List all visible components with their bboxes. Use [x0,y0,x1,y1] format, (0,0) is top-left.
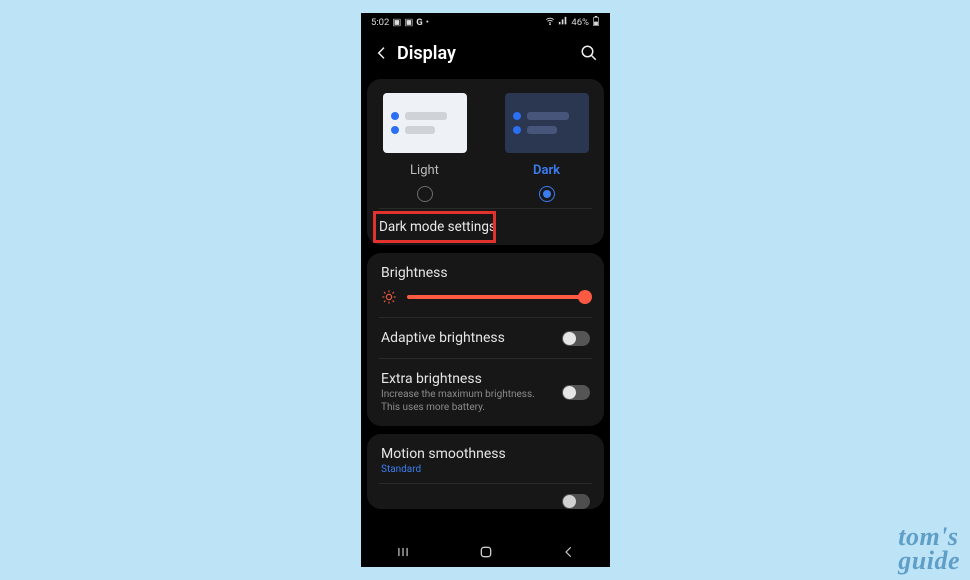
watermark: tom's guide [898,525,960,572]
dark-mode-settings-label: Dark mode settings [367,219,604,235]
status-time: 5:02 [371,17,389,28]
image-icon: ▣ [404,17,413,28]
status-bar: 5:02 ▣ ▣ G • 46% [361,13,610,31]
theme-preview-dark [505,93,589,153]
brightness-track[interactable] [407,295,590,299]
wifi-icon [545,16,555,29]
nav-back-button[interactable] [561,544,577,560]
motion-card: Motion smoothness Standard [367,434,604,509]
adaptive-brightness-row[interactable]: Adaptive brightness [367,318,604,358]
brightness-knob[interactable] [578,290,592,304]
theme-label-light: Light [410,163,439,178]
navigation-bar [361,537,610,567]
brightness-label: Brightness [381,265,590,281]
theme-radio-dark[interactable] [539,186,555,202]
dot-icon: • [426,17,429,28]
signal-icon [558,16,568,29]
theme-option-light[interactable]: Light [380,93,470,202]
search-button[interactable] [580,44,598,62]
extra-brightness-label: Extra brightness [381,371,552,387]
theme-preview-light [383,93,467,153]
back-button[interactable] [373,44,391,62]
theme-radio-light[interactable] [417,186,433,202]
extra-brightness-row[interactable]: Extra brightness Increase the maximum br… [367,359,604,426]
nav-home-button[interactable] [478,544,494,560]
motion-smoothness-row[interactable]: Motion smoothness Standard [367,434,604,483]
theme-label-dark: Dark [533,163,560,178]
page-title: Display [397,43,456,64]
eye-comfort-row[interactable] [367,484,604,509]
eye-comfort-toggle[interactable] [562,494,590,509]
status-left: 5:02 ▣ ▣ G • [371,17,429,28]
brightness-card: Brightness Adaptive brightness Extra bri… [367,253,604,426]
motion-label: Motion smoothness [381,446,590,462]
theme-card: Light Dark Dark mode settings [367,79,604,245]
motion-value: Standard [381,464,590,475]
battery-icon [592,16,600,29]
extra-brightness-desc: Increase the maximum brightness. This us… [381,389,541,414]
brightness-slider[interactable] [381,289,590,305]
status-right: 46% [545,16,600,29]
dark-mode-settings-row[interactable]: Dark mode settings [367,209,604,245]
nav-recents-button[interactable] [395,544,411,560]
phone-frame: 5:02 ▣ ▣ G • 46% Display [361,13,610,567]
adaptive-brightness-label: Adaptive brightness [381,330,552,346]
title-bar: Display [361,31,610,75]
image-icon: ▣ [392,17,401,28]
sun-icon [381,289,397,305]
google-icon: G [416,17,422,28]
adaptive-brightness-toggle[interactable] [562,331,590,346]
watermark-line2: guide [898,549,960,572]
battery-text: 46% [571,17,589,28]
theme-option-dark[interactable]: Dark [502,93,592,202]
extra-brightness-toggle[interactable] [562,385,590,400]
